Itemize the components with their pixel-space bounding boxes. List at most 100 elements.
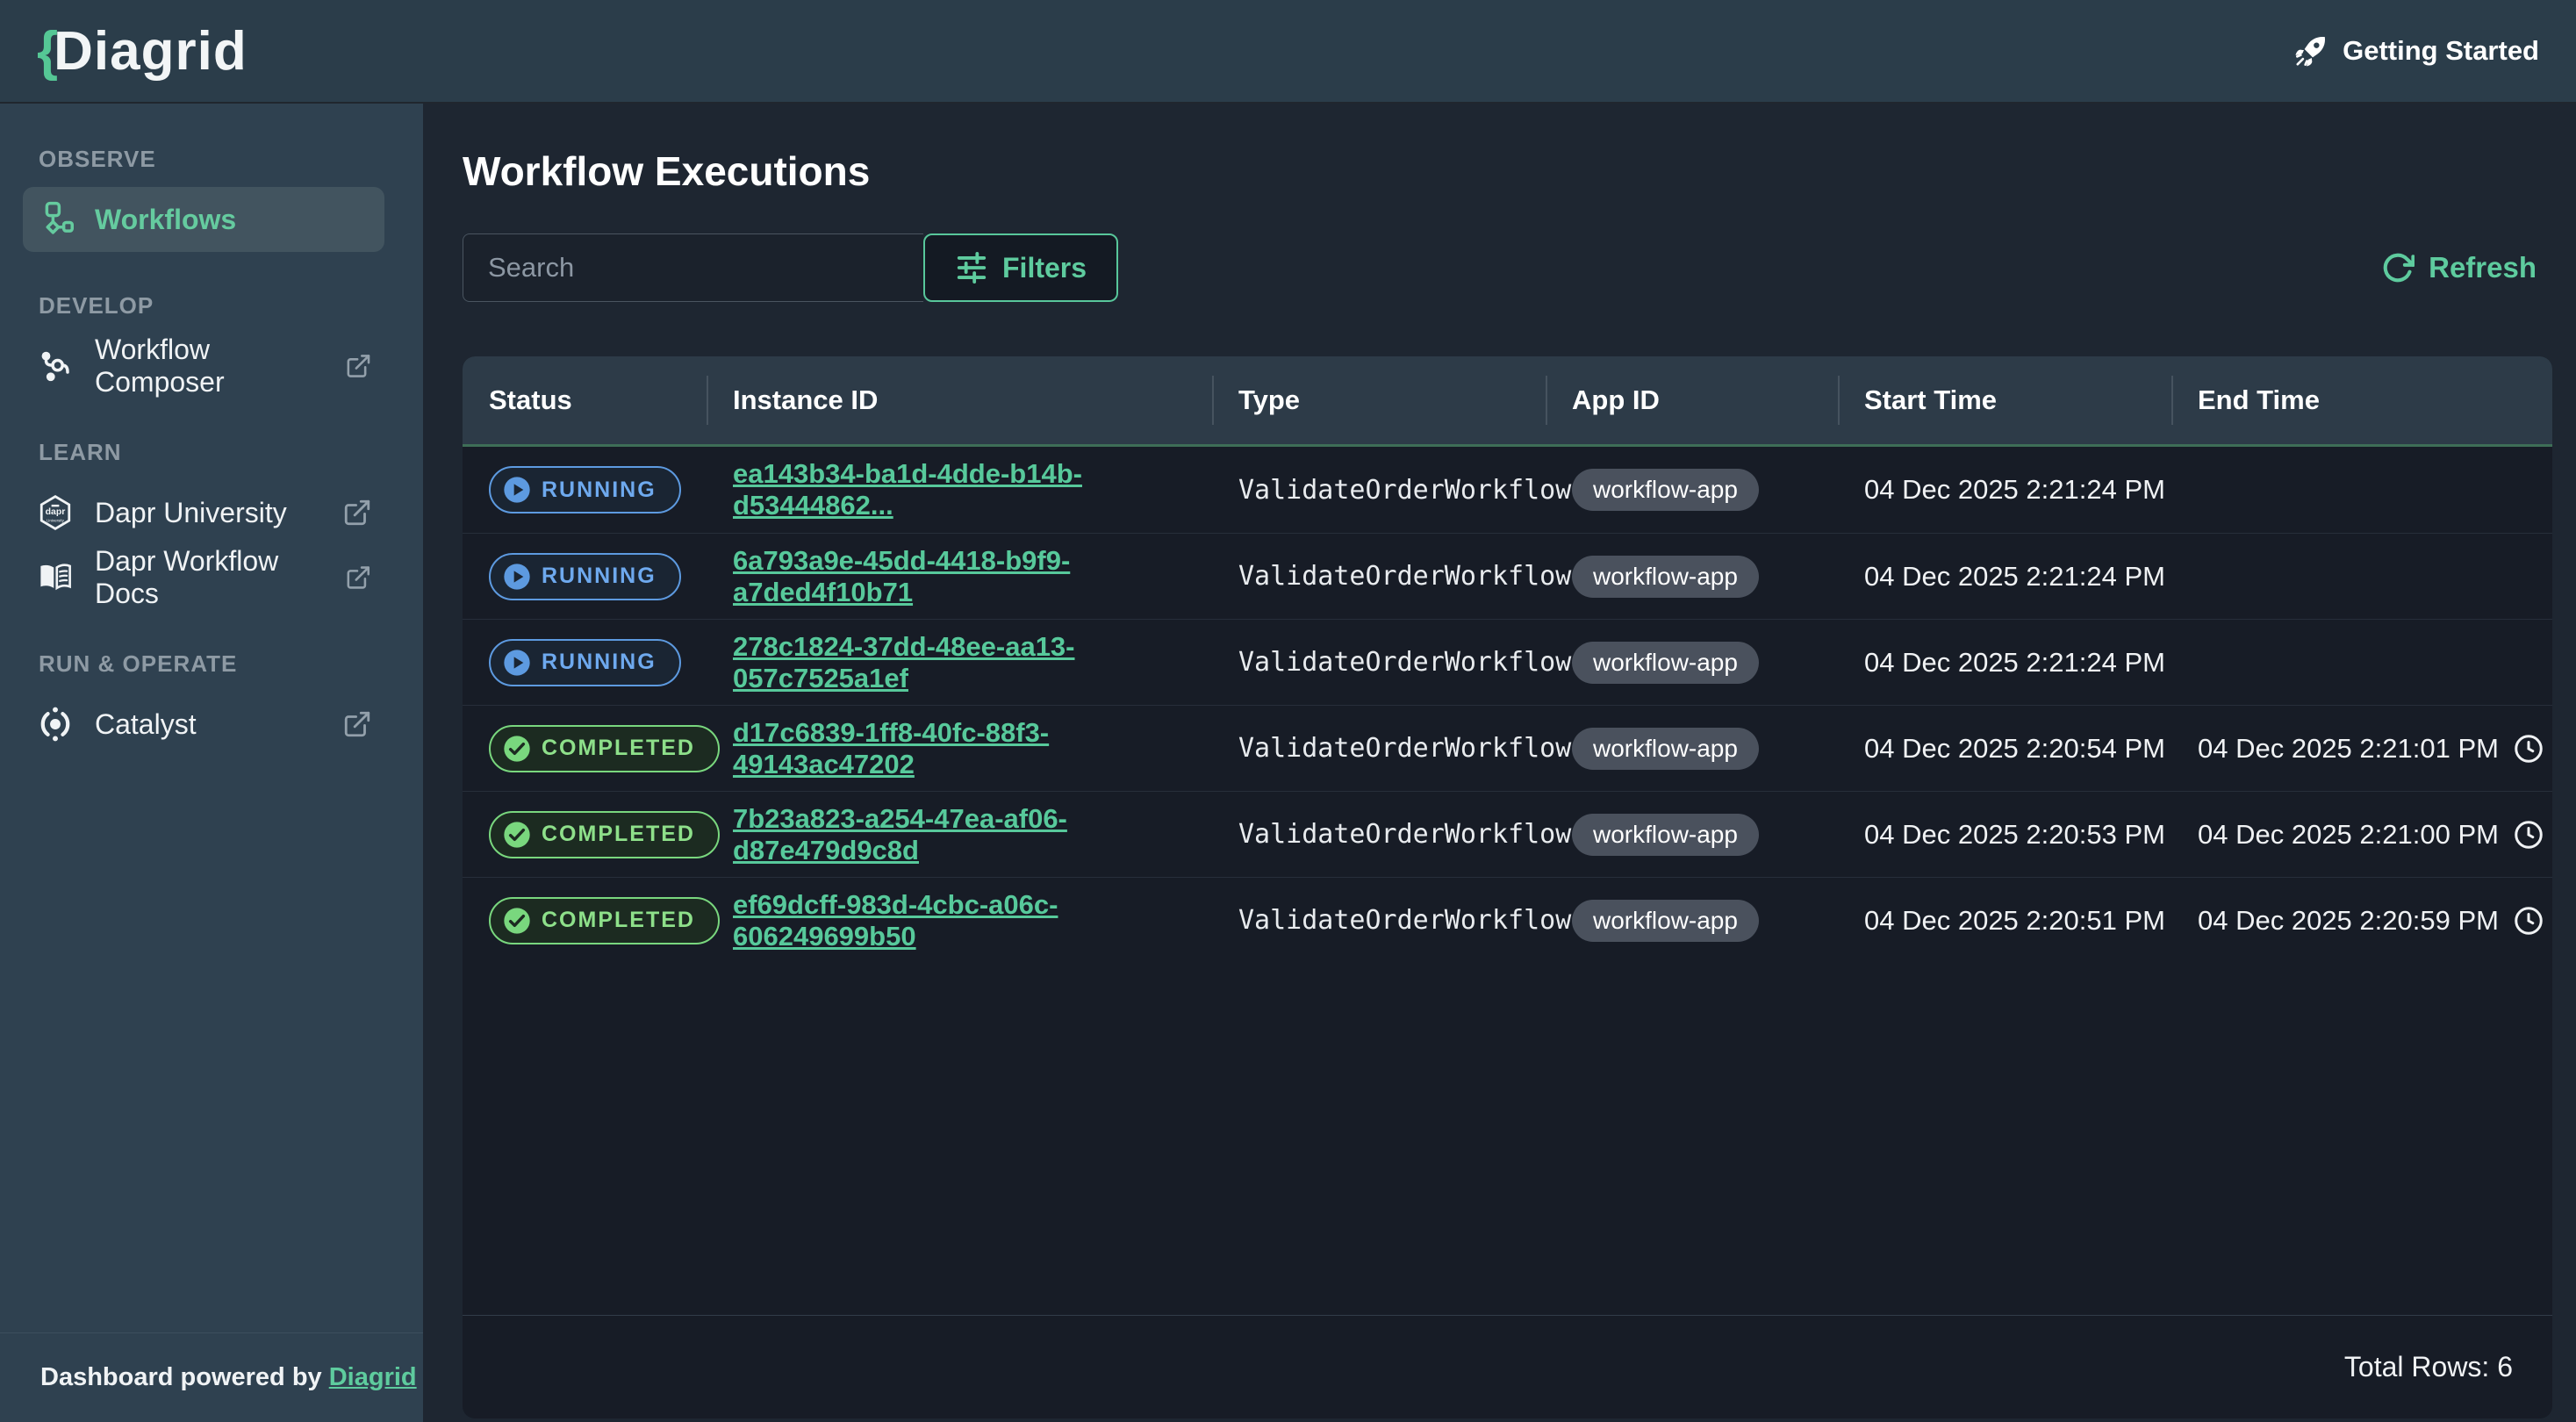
filters-label: Filters bbox=[1002, 252, 1087, 284]
instance-id-link[interactable]: ef69dcff-983d-4cbc-a06c-606249699b50 bbox=[733, 889, 1212, 952]
instance-id-link[interactable]: 6a793a9e-45dd-4418-b9f9-a7ded4f10b71 bbox=[733, 545, 1212, 608]
refresh-icon bbox=[2381, 251, 2415, 284]
table-row: COMPLETED ef69dcff-983d-4cbc-a06c-606249… bbox=[463, 877, 2552, 963]
table-row: COMPLETED d17c6839-1ff8-40fc-88f3-49143a… bbox=[463, 705, 2552, 791]
sidebar-item-dapr-workflow-docs[interactable]: Dapr Workflow Docs bbox=[0, 545, 423, 610]
search-group: Filters bbox=[463, 233, 1118, 302]
diagrid-dashboard: { Diagrid Getting Started OBSERVE Workf bbox=[0, 0, 2576, 1422]
workflow-type: ValidateOrderWorkflow bbox=[1238, 733, 1571, 764]
status-label: RUNNING bbox=[542, 478, 657, 503]
toolbar: Filters Refresh bbox=[463, 233, 2552, 302]
getting-started-button[interactable]: Getting Started bbox=[2293, 33, 2539, 68]
start-time: 04 Dec 2025 2:21:24 PM bbox=[1864, 474, 2165, 506]
table-row: RUNNING 278c1824-37dd-48ee-aa13-057c7525… bbox=[463, 619, 2552, 705]
total-rows-label: Total Rows: 6 bbox=[2344, 1351, 2513, 1383]
rocket-icon bbox=[2293, 33, 2328, 68]
instance-id-link[interactable]: 7b23a823-a254-47ea-af06-d87e479d9c8d bbox=[733, 803, 1212, 866]
start-time: 04 Dec 2025 2:20:51 PM bbox=[1864, 905, 2165, 937]
column-header-type: Type bbox=[1212, 356, 1546, 444]
instance-id-link[interactable]: d17c6839-1ff8-40fc-88f3-49143ac47202 bbox=[733, 717, 1212, 780]
workflow-executions-table: Status Instance ID Type App ID Start Tim… bbox=[463, 356, 2552, 1418]
refresh-label: Refresh bbox=[2429, 251, 2537, 284]
column-header-end-time: End Time bbox=[2171, 356, 2552, 444]
end-time: 04 Dec 2025 2:20:59 PM bbox=[2198, 905, 2499, 937]
column-header-instance-id: Instance ID bbox=[707, 356, 1212, 444]
end-time: 04 Dec 2025 2:21:01 PM bbox=[2198, 733, 2499, 765]
start-time: 04 Dec 2025 2:20:54 PM bbox=[1864, 733, 2165, 765]
check-circle-icon bbox=[503, 821, 531, 849]
status-label: RUNNING bbox=[542, 564, 657, 589]
instance-id-link[interactable]: ea143b34-ba1d-4dde-b14b-d53444862... bbox=[733, 458, 1212, 521]
sidebar-footer: Dashboard powered by Diagrid bbox=[0, 1332, 423, 1422]
start-time: 04 Dec 2025 2:20:53 PM bbox=[1864, 819, 2165, 851]
workflow-type: ValidateOrderWorkflow bbox=[1238, 647, 1571, 678]
table-row: RUNNING 6a793a9e-45dd-4418-b9f9-a7ded4f1… bbox=[463, 533, 2552, 619]
app-id-badge: workflow-app bbox=[1572, 900, 1759, 942]
sidebar-item-workflows[interactable]: Workflows bbox=[23, 187, 384, 252]
sidebar-item-catalyst[interactable]: Catalyst bbox=[0, 692, 423, 757]
status-badge: COMPLETED bbox=[489, 897, 720, 944]
book-icon bbox=[37, 559, 74, 596]
workflow-type: ValidateOrderWorkflow bbox=[1238, 905, 1571, 936]
search-input[interactable] bbox=[463, 233, 923, 302]
status-badge: RUNNING bbox=[489, 466, 681, 514]
workflow-icon bbox=[37, 201, 74, 238]
main-content: Workflow Executions Filters bbox=[423, 104, 2576, 1422]
sidebar-item-label: Catalyst bbox=[95, 708, 197, 741]
clock-icon bbox=[2513, 905, 2544, 937]
diagrid-logo: { Diagrid bbox=[37, 20, 248, 83]
column-header-start-time: Start Time bbox=[1838, 356, 2171, 444]
sidebar-section-observe: OBSERVE bbox=[39, 146, 423, 173]
external-link-icon bbox=[345, 563, 372, 592]
sidebar-item-workflow-composer[interactable]: Workflow Composer bbox=[0, 334, 423, 399]
powered-by-text: Dashboard powered by bbox=[40, 1363, 322, 1391]
external-link-icon bbox=[342, 709, 372, 739]
sidebar: OBSERVE Workflows DEVELOP Workflow Compo… bbox=[0, 104, 423, 1422]
refresh-button[interactable]: Refresh bbox=[2381, 251, 2552, 284]
catalyst-icon bbox=[37, 706, 74, 743]
status-label: COMPLETED bbox=[542, 908, 695, 933]
check-circle-icon bbox=[503, 735, 531, 763]
app-id-badge: workflow-app bbox=[1572, 556, 1759, 598]
composer-icon bbox=[37, 348, 74, 384]
getting-started-label: Getting Started bbox=[2343, 35, 2539, 67]
filters-icon bbox=[955, 251, 988, 284]
status-label: RUNNING bbox=[542, 650, 657, 675]
table-header-row: Status Instance ID Type App ID Start Tim… bbox=[463, 356, 2552, 447]
app-id-badge: workflow-app bbox=[1572, 728, 1759, 770]
workflow-type: ValidateOrderWorkflow bbox=[1238, 819, 1571, 850]
play-circle-icon bbox=[503, 563, 531, 591]
filters-button[interactable]: Filters bbox=[923, 233, 1118, 302]
play-circle-icon bbox=[503, 476, 531, 504]
status-label: COMPLETED bbox=[542, 822, 695, 847]
instance-id-link[interactable]: 278c1824-37dd-48ee-aa13-057c7525a1ef bbox=[733, 631, 1212, 694]
top-header-bar: { Diagrid Getting Started bbox=[0, 0, 2576, 104]
sidebar-item-label: Dapr Workflow Docs bbox=[95, 545, 324, 610]
dapr-university-icon: dapr University bbox=[37, 494, 74, 531]
status-badge: RUNNING bbox=[489, 639, 681, 686]
start-time: 04 Dec 2025 2:21:24 PM bbox=[1864, 561, 2165, 592]
status-label: COMPLETED bbox=[542, 736, 695, 761]
sidebar-item-label: Workflows bbox=[95, 204, 236, 236]
clock-icon bbox=[2513, 819, 2544, 851]
logo-text: Diagrid bbox=[54, 20, 248, 83]
sidebar-item-label: Dapr University bbox=[95, 497, 287, 529]
sidebar-section-learn: LEARN bbox=[39, 439, 423, 466]
app-id-badge: workflow-app bbox=[1572, 814, 1759, 856]
workflow-type: ValidateOrderWorkflow bbox=[1238, 561, 1571, 592]
sidebar-item-dapr-university[interactable]: dapr University Dapr University bbox=[0, 480, 423, 545]
table-body: RUNNING ea143b34-ba1d-4dde-b14b-d5344486… bbox=[463, 447, 2552, 963]
diagrid-footer-link[interactable]: Diagrid bbox=[329, 1363, 417, 1391]
page-title: Workflow Executions bbox=[463, 147, 2552, 195]
table-row: RUNNING ea143b34-ba1d-4dde-b14b-d5344486… bbox=[463, 447, 2552, 533]
sidebar-section-develop: DEVELOP bbox=[39, 292, 423, 320]
table-row: COMPLETED 7b23a823-a254-47ea-af06-d87e47… bbox=[463, 791, 2552, 877]
status-badge: COMPLETED bbox=[489, 725, 720, 772]
app-id-badge: workflow-app bbox=[1572, 642, 1759, 684]
column-header-status: Status bbox=[463, 356, 707, 444]
play-circle-icon bbox=[503, 649, 531, 677]
app-id-badge: workflow-app bbox=[1572, 469, 1759, 511]
table-footer: Total Rows: 6 bbox=[463, 1315, 2552, 1418]
check-circle-icon bbox=[503, 907, 531, 935]
clock-icon bbox=[2513, 733, 2544, 765]
